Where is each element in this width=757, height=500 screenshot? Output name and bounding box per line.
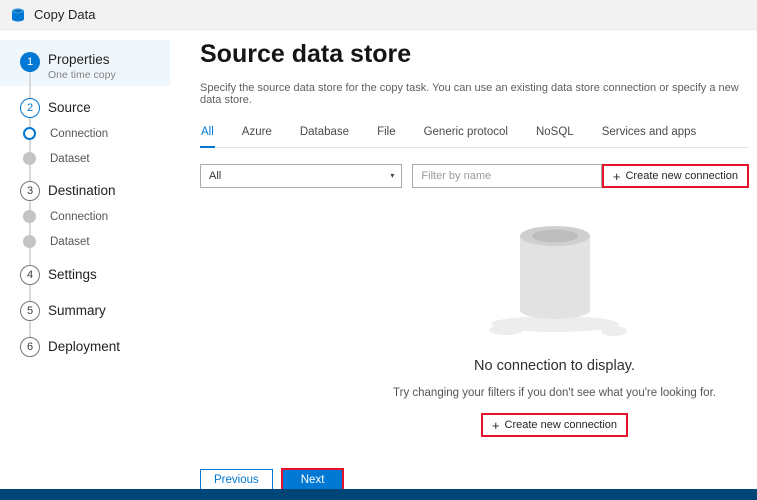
plus-icon: +	[492, 420, 500, 431]
dropdown-value: All	[209, 170, 221, 182]
copy-data-icon	[10, 7, 26, 23]
sidebar-item-summary[interactable]: Summary	[48, 303, 106, 318]
previous-button[interactable]: Previous	[200, 469, 273, 491]
chevron-down-icon: ▾	[390, 165, 394, 187]
empty-state-title: No connection to display.	[474, 358, 635, 374]
source-connection-indicator	[23, 127, 36, 140]
tab-all[interactable]: All	[200, 126, 215, 148]
connector-category-tabs: All Azure Database File Generic protocol…	[200, 126, 749, 148]
filter-by-name-input[interactable]	[412, 164, 601, 188]
bottom-status-bar	[0, 489, 757, 500]
destination-dataset-indicator	[23, 235, 36, 248]
source-dataset-indicator	[23, 152, 36, 165]
step-1-sublabel: One time copy	[48, 69, 116, 81]
empty-state-subtitle: Try changing your filters if you don't s…	[393, 387, 716, 399]
tab-file[interactable]: File	[376, 126, 397, 147]
sidebar-item-destination[interactable]: Destination	[48, 183, 116, 198]
step-2-indicator: 2	[20, 98, 40, 118]
plus-icon: +	[613, 171, 621, 182]
step-5-indicator: 5	[20, 301, 40, 321]
main-content: Source data store Specify the source dat…	[170, 30, 757, 489]
tab-database[interactable]: Database	[299, 126, 350, 147]
create-new-connection-button-empty[interactable]: + Create new connection	[483, 415, 626, 435]
create-new-connection-label: Create new connection	[625, 170, 738, 182]
sidebar-item-destination-dataset[interactable]: Dataset	[50, 236, 90, 248]
sidebar-item-settings[interactable]: Settings	[48, 267, 97, 282]
page-title: Source data store	[200, 40, 749, 69]
sidebar-item-deployment[interactable]: Deployment	[48, 339, 120, 354]
create-new-connection-button[interactable]: + Create new connection	[604, 166, 747, 186]
tab-nosql[interactable]: NoSQL	[535, 126, 575, 147]
annotation-highlight: + Create new connection	[602, 164, 749, 188]
window-title: Copy Data	[34, 7, 95, 22]
annotation-highlight: + Create new connection	[481, 413, 628, 437]
tab-services-and-apps[interactable]: Services and apps	[601, 126, 698, 147]
tab-azure[interactable]: Azure	[241, 126, 273, 147]
empty-state: No connection to display. Try changing y…	[200, 214, 749, 437]
destination-connection-indicator	[23, 210, 36, 223]
filter-toolbar: All ▾ + Create new connection	[200, 164, 749, 188]
sidebar-item-properties[interactable]: Properties	[48, 52, 110, 67]
step-4-indicator: 4	[20, 265, 40, 285]
sidebar-item-source-dataset[interactable]: Dataset	[50, 153, 90, 165]
sidebar-item-source[interactable]: Source	[48, 100, 91, 115]
sidebar-item-destination-connection[interactable]: Connection	[50, 211, 108, 223]
create-new-connection-label: Create new connection	[505, 419, 618, 431]
empty-database-illustration	[480, 214, 630, 342]
tab-generic-protocol[interactable]: Generic protocol	[423, 126, 509, 147]
page-description: Specify the source data store for the co…	[200, 82, 749, 106]
wizard-sidebar: 1 Properties One time copy 2 Source Conn…	[0, 30, 170, 489]
copy-data-window: Copy Data 1 Properties One time copy 2 S…	[0, 0, 757, 500]
next-button[interactable]: Next	[283, 470, 343, 490]
app-header: Copy Data	[0, 0, 757, 30]
sidebar-item-source-connection[interactable]: Connection	[50, 128, 108, 140]
step-6-indicator: 6	[20, 337, 40, 357]
step-3-indicator: 3	[20, 181, 40, 201]
connector-type-dropdown[interactable]: All ▾	[200, 164, 402, 188]
step-1-indicator: 1	[20, 52, 40, 72]
